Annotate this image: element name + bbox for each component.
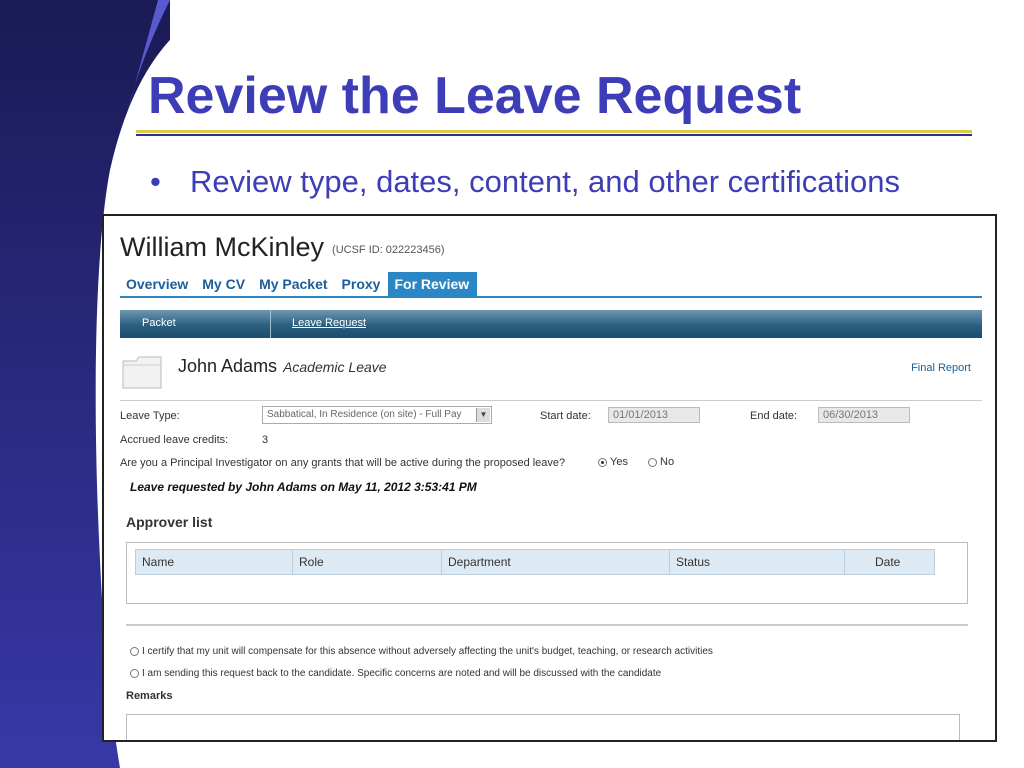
dropdown-arrow-icon: ▼ <box>476 408 490 422</box>
pi-yes-option[interactable]: Yes <box>598 456 628 468</box>
bullet-dot-icon: • <box>150 164 161 199</box>
tab-underline <box>120 296 982 298</box>
candidate-name: John Adams <box>178 356 278 376</box>
end-date-field[interactable]: 06/30/2013 <box>818 407 910 423</box>
certify-option-1[interactable]: I certify that my unit will compensate f… <box>130 646 713 657</box>
user-header: William McKinley (UCSF ID: 022223456) <box>120 232 445 263</box>
pi-no-option[interactable]: No <box>648 456 674 468</box>
subnav-packet[interactable]: Packet <box>142 317 176 329</box>
title-underline-blue <box>136 134 972 136</box>
subnav-divider <box>270 310 271 338</box>
leave-type-value: Sabbatical, In Residence (on site) - Ful… <box>267 409 462 420</box>
slide-bullet: • Review type, dates, content, and other … <box>150 164 900 200</box>
col-department[interactable]: Department <box>442 550 670 574</box>
start-date-field[interactable]: 01/01/2013 <box>608 407 700 423</box>
sub-navigation: Packet Leave Request <box>120 310 982 338</box>
slide-title: Review the Leave Request <box>148 67 802 125</box>
pi-no-radio[interactable] <box>648 457 657 467</box>
header-separator <box>120 400 982 401</box>
col-status[interactable]: Status <box>670 550 845 574</box>
certify-option-2[interactable]: I am sending this request back to the ca… <box>130 668 661 679</box>
certify-1-label: I certify that my unit will compensate f… <box>142 646 713 657</box>
folder-icon <box>122 356 162 389</box>
title-underline-gold <box>136 130 972 133</box>
ucsf-id: (UCSF ID: 022223456) <box>332 244 445 256</box>
final-report-link[interactable]: Final Report <box>911 362 971 374</box>
leave-requested-note: Leave requested by John Adams on May 11,… <box>130 480 477 494</box>
section-divider <box>126 624 968 626</box>
col-role[interactable]: Role <box>293 550 442 574</box>
pi-question: Are you a Principal Investigator on any … <box>120 457 566 469</box>
remarks-label: Remarks <box>126 690 173 702</box>
tab-for-review[interactable]: For Review <box>388 272 478 296</box>
approver-list-title: Approver list <box>126 514 213 530</box>
user-name: William McKinley <box>120 232 325 262</box>
certify-1-radio[interactable] <box>130 646 139 656</box>
bullet-text: Review type, dates, content, and other c… <box>190 164 900 199</box>
tab-overview[interactable]: Overview <box>120 272 196 296</box>
subnav-leave-request[interactable]: Leave Request <box>292 317 366 329</box>
leave-type-label: Leave Type: <box>120 410 180 422</box>
pi-no-label: No <box>660 456 675 468</box>
remarks-textarea[interactable]: ⋰ <box>126 714 960 740</box>
app-screenshot: William McKinley (UCSF ID: 022223456) Ove… <box>102 214 997 742</box>
certify-2-radio[interactable] <box>130 668 139 678</box>
col-name[interactable]: Name <box>136 550 293 574</box>
main-tabs: Overview My CV My Packet Proxy For Revie… <box>120 272 478 296</box>
approver-list-panel: Name Role Department Status Date <box>126 542 968 604</box>
end-date-label: End date: <box>750 410 798 422</box>
pi-yes-label: Yes <box>610 456 628 468</box>
candidate-header: John Adams Academic Leave <box>178 356 387 377</box>
col-date[interactable]: Date <box>845 550 934 574</box>
pi-yes-radio[interactable] <box>598 457 607 467</box>
leave-type-select[interactable]: Sabbatical, In Residence (on site) - Ful… <box>262 406 492 424</box>
credits-value: 3 <box>262 434 269 446</box>
credits-label: Accrued leave credits: <box>120 434 229 446</box>
tab-my-packet[interactable]: My Packet <box>253 272 335 296</box>
tab-proxy[interactable]: Proxy <box>336 272 389 296</box>
approver-table-header: Name Role Department Status Date <box>135 549 935 575</box>
tab-my-cv[interactable]: My CV <box>196 272 253 296</box>
certify-2-label: I am sending this request back to the ca… <box>142 668 662 679</box>
leave-category: Academic Leave <box>283 359 387 375</box>
start-date-label: Start date: <box>540 410 591 422</box>
